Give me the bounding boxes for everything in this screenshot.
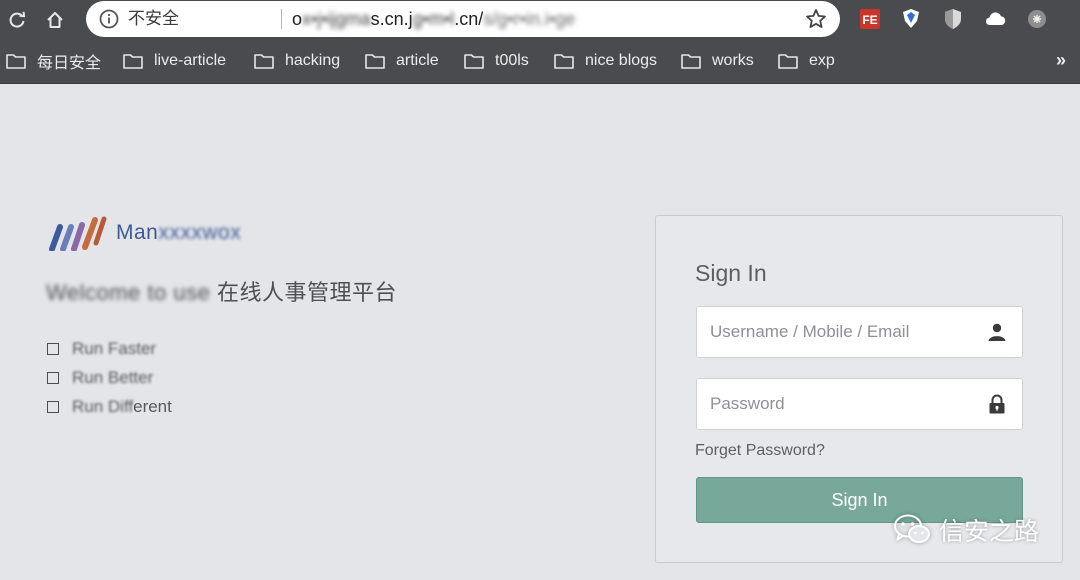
bookmark-folder[interactable]: exp xyxy=(778,50,835,72)
bookmark-label: 每日安全 xyxy=(37,55,102,72)
checkbox-square-icon xyxy=(47,400,59,413)
bookmark-label: hacking xyxy=(285,52,341,69)
feature-text: Run Diff xyxy=(72,396,134,416)
bookmark-folder[interactable]: t00ls xyxy=(464,50,529,72)
reload-icon[interactable] xyxy=(2,5,32,35)
checkbox-square-icon xyxy=(47,371,59,384)
cloud-icon[interactable] xyxy=(982,6,1008,32)
bookmark-label: works xyxy=(712,52,754,69)
url-part: g•m•l xyxy=(412,9,455,29)
url-part: n.i•ge xyxy=(529,9,576,29)
feature-list: Run Faster Run Better Run Diff erent xyxy=(47,334,172,421)
bookmark-label: article xyxy=(396,52,439,69)
fe-extension-icon[interactable]: FE xyxy=(857,6,883,32)
welcome-blurred: Welcome to use xyxy=(46,280,211,305)
browser-toolbar: 不安全 ox•j•ijgmas.cn.jg•m•l.cn/s/g•r•in.i•… xyxy=(0,0,1080,40)
info-icon[interactable] xyxy=(98,8,120,30)
bookmark-label: exp xyxy=(809,52,835,69)
folder-icon xyxy=(778,54,798,69)
watermark-text: 信安之路 xyxy=(939,518,1040,546)
home-icon[interactable] xyxy=(40,5,70,35)
url-part: .cn/ xyxy=(454,9,484,29)
page-content: Manxxxxwox Welcome to use 在线人事管理平台 Run F… xyxy=(0,85,1080,580)
welcome-heading: Welcome to use 在线人事管理平台 xyxy=(46,275,397,307)
grey-badge-icon[interactable] xyxy=(1024,6,1050,32)
shield-diamond-icon[interactable] xyxy=(898,6,924,32)
wechat-icon xyxy=(894,514,930,543)
feature-text-tail: erent xyxy=(133,396,172,416)
bookmark-folder[interactable]: 每日安全 xyxy=(6,50,101,72)
welcome-visible: 在线人事管理平台 xyxy=(216,280,397,305)
svg-text:FE: FE xyxy=(862,13,877,27)
url-part: s/g•r•i xyxy=(483,9,530,29)
url-part: o xyxy=(292,9,303,29)
folder-icon xyxy=(464,54,484,69)
bookmark-folder[interactable]: live-article xyxy=(123,50,226,72)
password-input[interactable] xyxy=(697,379,977,429)
folder-icon xyxy=(554,54,574,69)
username-input[interactable] xyxy=(697,307,977,357)
folder-icon xyxy=(365,54,385,69)
feature-text: Run Faster xyxy=(72,338,157,358)
bookmark-folder[interactable]: hacking xyxy=(254,50,340,72)
bookmarks-overflow-button[interactable]: » xyxy=(1056,50,1066,71)
brand-name: Manxxxxwox xyxy=(116,221,241,245)
checkbox-square-icon xyxy=(47,342,59,355)
bookmark-folder[interactable]: article xyxy=(365,50,439,72)
folder-icon xyxy=(254,54,274,69)
url-part: x•j•ijgma xyxy=(302,9,371,29)
address-bar[interactable]: 不安全 ox•j•ijgmas.cn.jg•m•l.cn/s/g•r•in.i•… xyxy=(86,1,840,37)
bookmark-label: live-article xyxy=(154,52,227,69)
folder-icon xyxy=(681,54,701,69)
username-field[interactable] xyxy=(696,306,1023,358)
feature-item: Run Faster xyxy=(47,334,172,363)
brand-name-part: Man xyxy=(116,221,159,244)
feature-item: Run Diff erent xyxy=(47,392,172,421)
login-title: Sign In xyxy=(695,260,767,286)
bookmarks-bar: 每日安全 live-article hacking article t00ls … xyxy=(0,40,1080,84)
bookmark-label: nice blogs xyxy=(585,52,658,69)
bookmark-folder[interactable]: works xyxy=(681,50,754,72)
brand-name-blurred: xxxxwox xyxy=(158,221,242,244)
lock-icon xyxy=(989,394,1005,414)
not-secure-label[interactable]: 不安全 xyxy=(128,9,179,29)
brand-logo-icon xyxy=(49,216,107,251)
folder-icon xyxy=(123,54,143,69)
bookmark-label: t00ls xyxy=(495,52,529,69)
brand-logo: Manxxxxwox xyxy=(46,215,241,251)
watermark: 信安之路 xyxy=(893,512,1039,548)
password-field[interactable] xyxy=(696,378,1023,430)
feature-item: Run Better xyxy=(47,363,172,392)
user-icon xyxy=(988,323,1006,341)
url-text[interactable]: ox•j•ijgmas.cn.jg•m•l.cn/s/g•r•in.i•ge xyxy=(292,9,575,29)
feature-text: Run Better xyxy=(72,367,154,387)
login-card: Sign In Forget Password? Sign In xyxy=(655,215,1063,563)
url-part: s.cn.j xyxy=(370,9,413,29)
bookmark-folder[interactable]: nice blogs xyxy=(554,50,657,72)
bookmark-star-icon[interactable] xyxy=(804,7,828,31)
forgot-password-link[interactable]: Forget Password? xyxy=(695,442,825,460)
folder-icon xyxy=(6,54,26,69)
shield-icon[interactable] xyxy=(940,6,966,32)
address-separator xyxy=(281,9,282,29)
